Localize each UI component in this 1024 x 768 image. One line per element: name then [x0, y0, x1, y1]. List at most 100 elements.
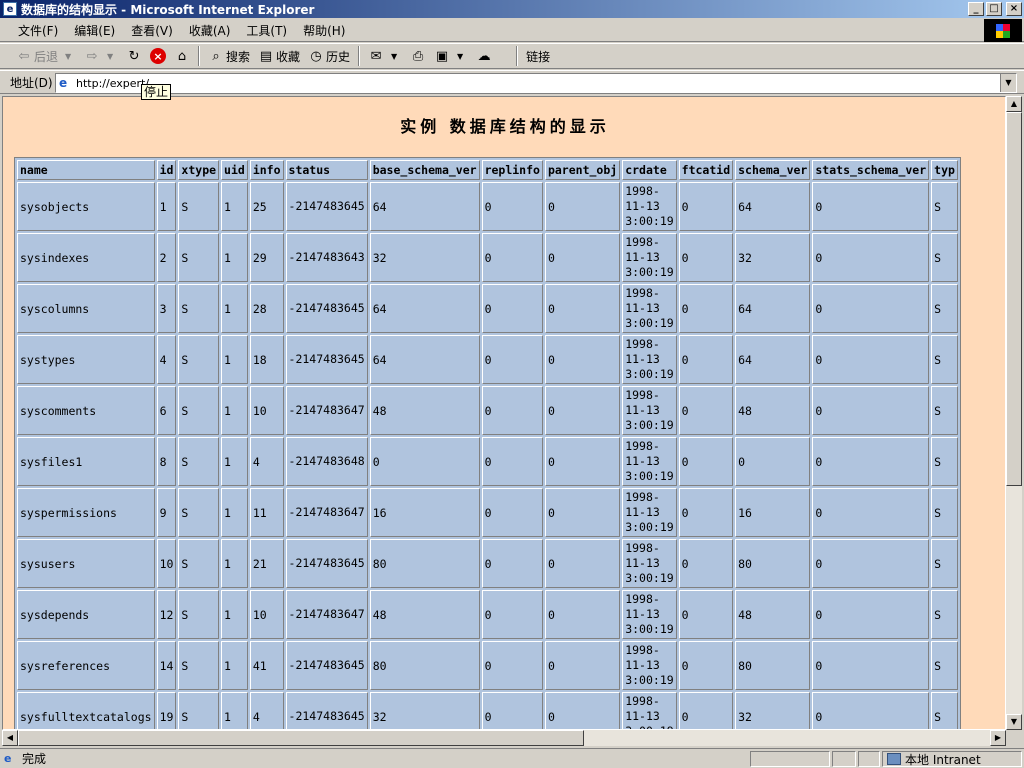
favorites-button[interactable]: ▤ 收藏: [254, 45, 304, 67]
table-cell: 29: [249, 233, 284, 282]
table-cell: 0: [481, 488, 543, 537]
table-cell: -2147483645: [285, 692, 368, 729]
links-button[interactable]: 链接: [522, 45, 554, 67]
horizontal-scroll-thumb[interactable]: [18, 730, 584, 746]
table-cell: S: [178, 182, 220, 231]
table-cell: 0: [678, 641, 734, 690]
menu-file[interactable]: 文件(F): [10, 22, 66, 39]
favorites-label: 收藏: [276, 49, 301, 64]
table-cell: 1998-11-13 3:00:19: [622, 182, 677, 231]
table-cell: 4: [156, 335, 177, 384]
table-cell: 0: [544, 386, 621, 435]
edit-button[interactable]: ▣ ▼: [430, 45, 472, 67]
scroll-right-button[interactable]: ▶: [990, 730, 1006, 746]
maximize-button[interactable]: □: [986, 2, 1002, 16]
table-cell: 1: [221, 437, 248, 486]
table-cell: 1998-11-13 3:00:19: [622, 233, 677, 282]
page-icon: e: [59, 76, 68, 90]
table-cell: 0: [544, 539, 621, 588]
toolbar-separator: [358, 46, 361, 66]
table-row: syscomments 6 S 1 10 -2147483647 48 0 0 1998-11-1…: [17, 386, 958, 435]
address-label: 地址(D): [10, 75, 53, 90]
refresh-button[interactable]: ↻: [122, 45, 146, 67]
table-cell: 4: [249, 437, 284, 486]
scrollbar-corner: [1006, 730, 1022, 746]
discuss-button[interactable]: ☁: [472, 45, 496, 67]
table-cell: 16: [735, 488, 811, 537]
table-row: syscolumns 3 S 1 28 -2147483645 64 0 0 1998-11-13…: [17, 284, 958, 333]
history-icon: ◷: [310, 48, 322, 64]
table-cell: 0: [678, 488, 734, 537]
table-cell: 1: [221, 233, 248, 282]
menu-view[interactable]: 查看(V): [123, 22, 181, 39]
address-dropdown-button[interactable]: ▼: [1000, 74, 1016, 92]
column-header-uid: uid: [221, 160, 248, 180]
table-cell: 6: [156, 386, 177, 435]
table-cell: 2: [156, 233, 177, 282]
table-cell: 10: [156, 539, 177, 588]
scroll-down-button[interactable]: ▼: [1006, 714, 1022, 730]
status-panel: [858, 751, 880, 767]
menu-edit[interactable]: 编辑(E): [66, 22, 123, 39]
table-cell: 1: [221, 284, 248, 333]
table-cell: -2147483645: [285, 182, 368, 231]
table-cell: 1998-11-13 3:00:19: [622, 488, 677, 537]
table-cell: -2147483645: [285, 284, 368, 333]
toolbar: ⇦ 后退 ▼ ⇨ ▼ ↻ × ⌂ ⌕ 搜索 ▤ 收藏 ◷ 历史 ✉ ▼ ⎙ ▣ …: [0, 43, 1024, 69]
menu-help[interactable]: 帮助(H): [295, 22, 353, 39]
menu-tools[interactable]: 工具(T): [238, 22, 295, 39]
horizontal-scrollbar[interactable]: ◀ ▶: [2, 730, 1006, 746]
mail-button[interactable]: ✉ ▼: [364, 45, 406, 67]
vertical-scrollbar[interactable]: ▲ ▼: [1006, 96, 1022, 730]
scroll-left-button[interactable]: ◀: [2, 730, 18, 746]
table-cell: -2147483648: [285, 437, 368, 486]
table-cell: 0: [812, 539, 930, 588]
search-button[interactable]: ⌕ 搜索: [204, 45, 254, 67]
table-cell: 64: [369, 335, 480, 384]
stop-button[interactable]: ×: [146, 45, 170, 67]
scroll-up-button[interactable]: ▲: [1006, 96, 1022, 112]
menu-favorites[interactable]: 收藏(A): [181, 22, 239, 39]
history-button[interactable]: ◷ 历史: [304, 45, 354, 67]
home-button[interactable]: ⌂: [170, 45, 194, 67]
table-cell: 0: [678, 692, 734, 729]
column-header-typ: typ: [931, 160, 958, 180]
window-title: 数据库的结构显示 - Microsoft Internet Explorer: [21, 2, 315, 17]
column-header-stats_schema_ver: stats_schema_ver: [812, 160, 930, 180]
column-header-ftcatid: ftcatid: [678, 160, 734, 180]
edit-page-icon: ▣: [435, 48, 449, 64]
column-header-replinfo: replinfo: [481, 160, 543, 180]
chevron-down-icon: ▼: [456, 51, 464, 61]
table-cell: S: [931, 539, 958, 588]
table-cell: 9: [156, 488, 177, 537]
forward-button[interactable]: ⇨ ▼: [80, 45, 122, 67]
table-cell: 64: [369, 182, 480, 231]
print-button[interactable]: ⎙: [406, 45, 430, 67]
table-cell: 0: [481, 284, 543, 333]
table-cell: systypes: [17, 335, 155, 384]
table-cell: 14: [156, 641, 177, 690]
table-cell: 10: [249, 386, 284, 435]
close-button[interactable]: ×: [1006, 2, 1022, 16]
table-cell: 11: [249, 488, 284, 537]
table-row: systypes 4 S 1 18 -2147483645 64 0 0 1998-11-13 3…: [17, 335, 958, 384]
table-cell: 18: [249, 335, 284, 384]
address-input[interactable]: e http://expert/ ▼: [55, 73, 1017, 93]
table-cell: S: [178, 590, 220, 639]
table-row: sysindexes 2 S 1 29 -2147483643 32 0 0 1998-11-13…: [17, 233, 958, 282]
table-cell: syspermissions: [17, 488, 155, 537]
table-cell: 16: [369, 488, 480, 537]
table-cell: 48: [735, 590, 811, 639]
table-cell: 1: [156, 182, 177, 231]
back-button[interactable]: ⇦ 后退 ▼: [12, 45, 80, 67]
table-row: sysfiles1 8 S 1 4 -2147483648 0 0 0 1998-11-13 3:…: [17, 437, 958, 486]
home-icon: ⌂: [177, 48, 187, 64]
table-cell: S: [178, 641, 220, 690]
table-cell: 1998-11-13 3:00:19: [622, 692, 677, 729]
table-cell: -2147483647: [285, 590, 368, 639]
minimize-button[interactable]: _: [968, 2, 984, 16]
search-icon: ⌕: [212, 48, 220, 64]
vertical-scroll-thumb[interactable]: [1006, 112, 1022, 486]
table-cell: 8: [156, 437, 177, 486]
table-row: sysusers 10 S 1 21 -2147483645 80 0 0 1998-11-13 …: [17, 539, 958, 588]
